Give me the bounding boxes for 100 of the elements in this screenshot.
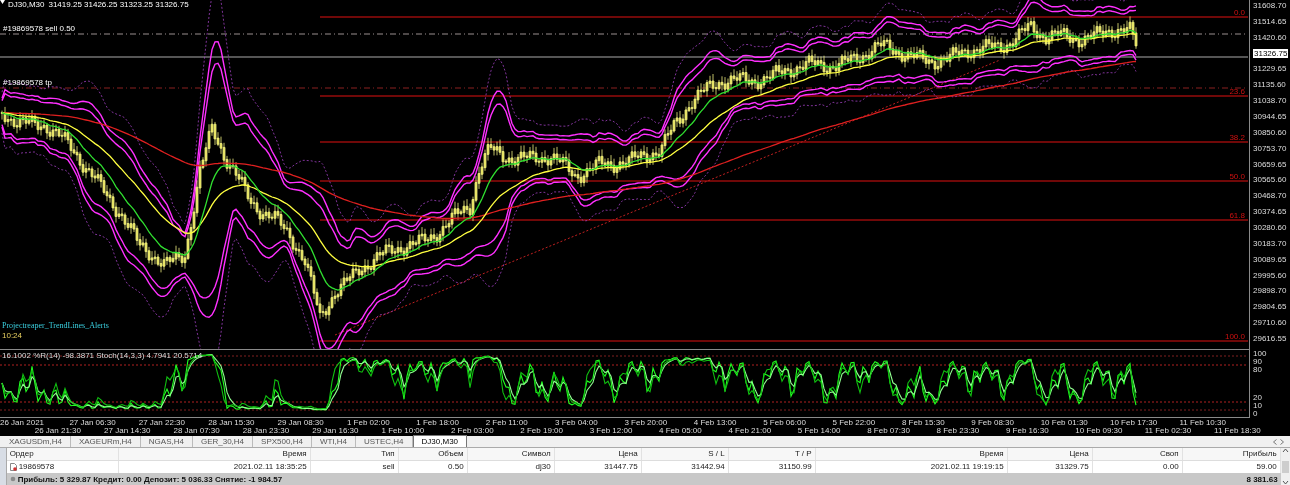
time-label: 27 Jan 14:30 (104, 427, 151, 435)
time-label: 10 Feb 09:30 (1075, 427, 1123, 435)
price-label: 31229.65 (1253, 64, 1287, 74)
time-label: 3 Feb 20:00 (624, 419, 668, 427)
time-label: 29 Jan 16:30 (312, 427, 359, 435)
column-header[interactable]: Символ (467, 448, 555, 460)
time-label: 5 Feb 14:00 (797, 427, 841, 435)
price-label: 31038.70 (1253, 96, 1287, 106)
column-header[interactable]: Цена (554, 448, 642, 460)
table-cell: 19869578 (18, 461, 55, 473)
chart-tab[interactable]: USTEC,H4 (356, 436, 413, 447)
time-label: 10 Feb 17:30 (1110, 419, 1158, 427)
time-label: 5 Feb 22:00 (832, 419, 876, 427)
price-label: 30944.65 (1253, 112, 1287, 121)
current-price-label: 31326.75 (1253, 48, 1289, 58)
time-label: 2 Feb 11:00 (485, 419, 528, 427)
chart-tab[interactable]: XAGUSDm,H4 (1, 436, 71, 447)
price-label: 30850.60 (1253, 127, 1287, 137)
chart-tab[interactable]: GER_30,H4 (192, 436, 254, 447)
column-header[interactable]: Прибыль (1182, 448, 1281, 460)
order-label: #19869578 tp (3, 78, 52, 87)
time-label: 11 Feb 18:30 (1214, 427, 1261, 435)
bar-timer: 10:24 (2, 331, 23, 340)
price-label: 29804.65 (1253, 302, 1287, 312)
price-label: 30753.70 (1253, 143, 1287, 153)
chart-tab[interactable]: WTI,H4 (311, 436, 356, 447)
column-header[interactable]: Объем (398, 448, 468, 460)
chart-tab[interactable]: NGAS,H4 (140, 436, 193, 447)
price-label: 29995.60 (1253, 270, 1287, 280)
scroll-down-icon[interactable] (1281, 480, 1289, 485)
chart-tab[interactable]: DJ30,M30 (412, 435, 468, 447)
price-label: 31514.65 (1253, 16, 1287, 26)
level-label: 0.0 (1233, 8, 1245, 17)
total-profit: 8 381.63 (1245, 474, 1279, 484)
time-label: 8 Feb 15:30 (901, 419, 945, 427)
time-label: 28 Jan 23:30 (242, 427, 290, 435)
level-label: 23.6 (1229, 87, 1245, 96)
column-header[interactable]: Ордер (6, 448, 119, 460)
chart-tab[interactable]: XAGEURm,H4 (70, 436, 141, 447)
column-header[interactable]: Время (118, 448, 311, 460)
price-label: 29898.70 (1253, 286, 1287, 296)
time-label: 4 Feb 13:00 (693, 419, 737, 427)
indicator-name: Projectreaper_TrendLines_Alerts (2, 321, 109, 330)
order-document-icon (9, 463, 17, 471)
level-label: 100.0 (1224, 332, 1245, 341)
price-label: 30280.60 (1253, 223, 1287, 233)
time-label: 9 Feb 16:30 (1005, 427, 1049, 435)
chart-symbol: DJ30,M30 (8, 0, 45, 9)
time-label: 28 Jan 15:30 (208, 419, 255, 427)
time-label: 4 Feb 05:00 (659, 427, 702, 435)
column-header[interactable]: Цена (1007, 448, 1093, 460)
time-label: 26 Jan 2021 (0, 419, 45, 427)
time-label: 28 Jan 07:30 (173, 427, 220, 435)
column-header[interactable]: T / P (728, 448, 816, 460)
vertical-scrollbar[interactable] (1280, 448, 1290, 485)
time-label: 8 Feb 07:30 (867, 427, 910, 435)
price-label: 30183.70 (1253, 238, 1287, 248)
time-label: 3 Feb 12:00 (589, 427, 633, 435)
ohlc-values: 31419.25 31426.25 31323.25 31326.75 (48, 0, 189, 9)
time-label: 11 Feb 10:30 (1179, 419, 1226, 427)
level-label: 61.8 (1229, 211, 1245, 220)
price-label: 30468.70 (1253, 191, 1287, 201)
price-label: 29710.60 (1253, 318, 1287, 328)
scroll-right-icon[interactable] (1280, 438, 1284, 445)
price-label: 30089.65 (1253, 254, 1287, 264)
time-label: 10 Feb 01:30 (1040, 419, 1088, 427)
oscillator-axis-label: 90 (1253, 358, 1262, 366)
time-label: 1 Feb 18:00 (416, 419, 459, 427)
time-label: 11 Feb 02:30 (1144, 427, 1192, 435)
oscillator-values: 16.1002 %R(14) -98.3871 Stoch(14,3,3) 4.7941 20.5714 (2, 351, 203, 360)
price-label: 31420.60 (1253, 32, 1287, 42)
time-label: 5 Feb 06:00 (763, 419, 806, 427)
column-header[interactable]: Время (815, 448, 1008, 460)
oscillator-axis-label: 20 (1253, 394, 1262, 402)
chart-tab[interactable]: SPX500,H4 (253, 436, 312, 447)
time-label: 27 Jan 22:30 (138, 419, 185, 427)
dropdown-triangle-icon[interactable] (0, 0, 5, 4)
time-label: 8 Feb 23:30 (936, 427, 980, 435)
price-label: 30565.60 (1253, 175, 1287, 185)
column-header[interactable]: S / L (641, 448, 729, 460)
oscillator-axis-label: 80 (1253, 366, 1262, 374)
time-label: 9 Feb 08:30 (971, 419, 1014, 427)
price-label: 29616.55 (1253, 334, 1287, 344)
status-dot-icon (9, 476, 16, 482)
level-label: 50.0 (1229, 172, 1245, 181)
column-header[interactable]: Тип (310, 448, 399, 460)
scroll-up-icon[interactable] (1281, 448, 1289, 453)
time-label: 3 Feb 04:00 (555, 419, 598, 427)
price-label: 31135.60 (1253, 80, 1286, 90)
oscillator-axis-label: 100 (1253, 350, 1267, 358)
price-label: 30659.65 (1253, 159, 1287, 169)
oscillator-axis-label: 0 (1253, 410, 1258, 418)
time-label: 2 Feb 19:00 (520, 427, 563, 435)
price-label: 30374.65 (1253, 207, 1287, 217)
time-label: 27 Jan 06:30 (69, 419, 116, 427)
time-label: 26 Jan 21:30 (34, 427, 81, 435)
time-label: 2 Feb 03:00 (450, 427, 494, 435)
column-header[interactable]: Своп (1092, 448, 1183, 460)
scroll-left-icon[interactable] (1273, 438, 1277, 445)
account-summary: Прибыль: 5 329.87 Кредит: 0.00 Депозит: 5 036.33 Снятие: -1 984.57 (16, 474, 284, 484)
